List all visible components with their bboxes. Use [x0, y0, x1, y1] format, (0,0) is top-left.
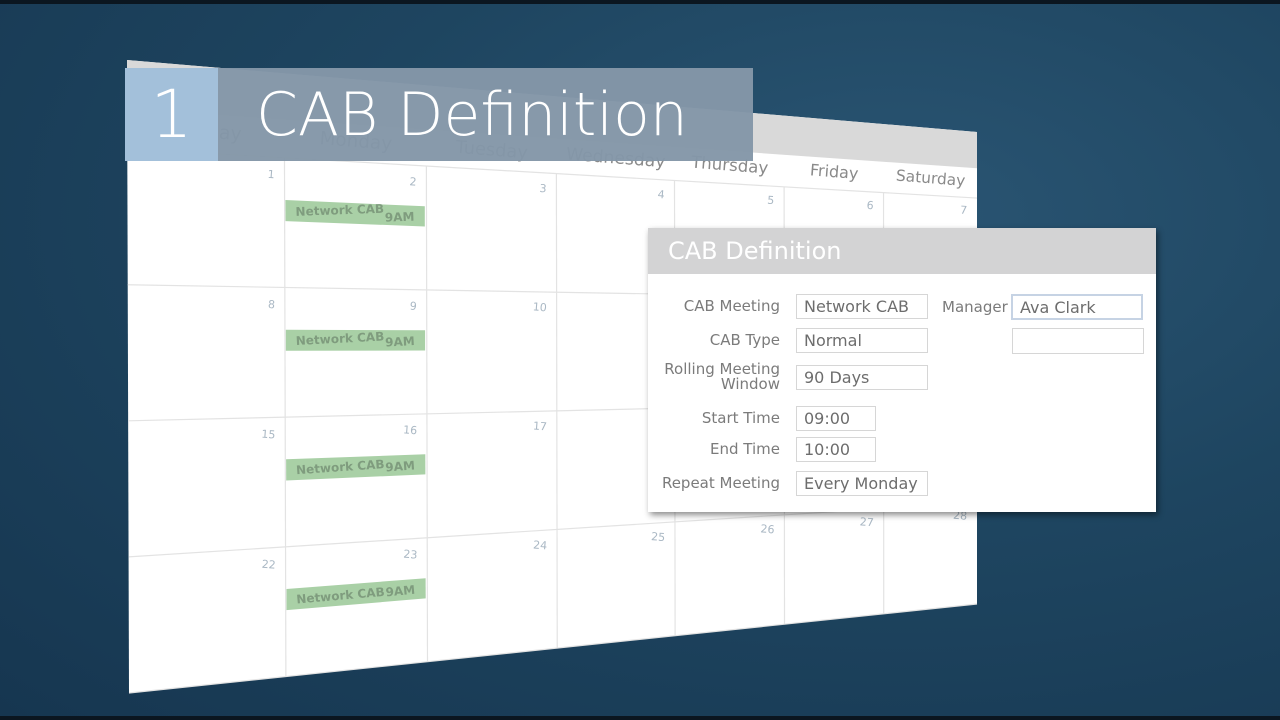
start-time-row: Start Time 09:00: [648, 406, 876, 431]
rolling-window-field[interactable]: 90 Days: [796, 364, 928, 390]
manager-secondary-field[interactable]: [1012, 328, 1144, 354]
weekday-label-friday: Friday: [809, 160, 859, 183]
day-number: 27: [859, 515, 874, 529]
manager-field[interactable]: Ava Clark: [1011, 294, 1143, 320]
day-number: 24: [533, 538, 548, 552]
event-time: 9AM: [385, 210, 415, 225]
event-time: 9AM: [385, 458, 415, 474]
day-number: 26: [760, 522, 775, 536]
cab-type-label: CAB Type: [709, 331, 780, 349]
grid-col-line: [555, 173, 558, 649]
day-number: 22: [261, 558, 276, 572]
day-number: 17: [532, 419, 547, 433]
rolling-window-label-line2: Window: [720, 375, 780, 393]
day-number: 2: [409, 175, 417, 189]
start-time-field[interactable]: 09:00: [796, 406, 876, 431]
day-number: 23: [403, 548, 418, 562]
repeat-meeting-row: Repeat Meeting Every Monday: [648, 471, 928, 496]
dialog-title: CAB Definition: [648, 228, 1156, 274]
event-time: 9AM: [385, 334, 415, 350]
manager-label: Manager: [942, 298, 1008, 316]
cab-type-row: CAB Type Normal: [648, 328, 928, 353]
rolling-window-label: Rolling Meeting Window: [648, 362, 780, 392]
day-number: 8: [267, 298, 275, 312]
repeat-meeting-label: Repeat Meeting: [661, 474, 780, 492]
step-number: 1: [125, 68, 218, 161]
day-number: 6: [866, 199, 874, 213]
day-number: 9: [409, 299, 417, 313]
cab-meeting-field[interactable]: Network CAB: [796, 294, 928, 319]
start-time-label: Start Time: [701, 409, 780, 427]
cab-meeting-label: CAB Meeting: [683, 297, 780, 315]
day-number: 3: [539, 182, 547, 196]
end-time-label: End Time: [710, 440, 780, 458]
day-number: 25: [651, 530, 666, 544]
day-number: 1: [267, 168, 275, 182]
cab-type-field[interactable]: Normal: [796, 328, 928, 353]
end-time-row: End Time 10:00: [648, 437, 876, 462]
day-number: 15: [261, 428, 276, 442]
step-title-banner: 1 CAB Definition: [125, 68, 753, 161]
event-time: 9AM: [385, 583, 416, 600]
repeat-meeting-field[interactable]: Every Monday: [796, 471, 928, 496]
rolling-window-row: Rolling Meeting Window 90 Days: [648, 362, 928, 392]
day-number: 10: [532, 300, 547, 314]
day-number: 4: [657, 188, 665, 202]
day-number: 5: [767, 194, 775, 208]
day-number: 7: [960, 204, 968, 218]
end-time-field[interactable]: 10:00: [796, 437, 876, 462]
cab-definition-dialog: CAB Definition CAB Meeting Network CAB C…: [648, 228, 1156, 512]
step-title: CAB Definition: [218, 68, 753, 161]
day-number: 16: [403, 423, 418, 437]
letterbox-bottom: [0, 716, 1280, 720]
cab-meeting-row: CAB Meeting Network CAB: [648, 294, 928, 319]
